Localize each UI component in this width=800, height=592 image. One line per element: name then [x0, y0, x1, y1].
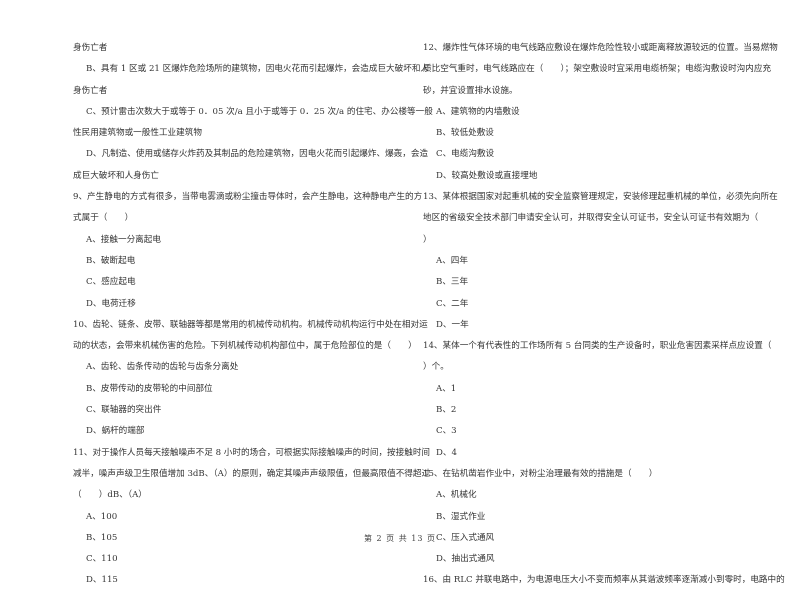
answer-option: D、一年 — [436, 319, 469, 330]
answer-option: B、三年 — [436, 277, 469, 288]
answer-option: C、3 — [436, 426, 457, 437]
question-continuation: 质比空气重时，电气线路应在（ ）；架空敷设时宜采用电缆桥架；电缆沟敷设时沟内应充 — [423, 64, 772, 75]
right-column: 12、爆炸性气体环境的电气线路应敷设在爆炸危险性较小或距离释放源较远的位置。当易… — [423, 38, 785, 592]
question-continuation: 地区的省级安全技术部门申请安全认可，并取得安全认可证书，安全认可证书有效期为（ — [423, 213, 759, 224]
question-continuation: 性民用建筑物或一般性工业建筑物 — [73, 128, 202, 139]
answer-option: B、破断起电 — [86, 255, 136, 266]
answer-option: D、115 — [86, 575, 118, 586]
question-continuation: 式属于（ ） — [73, 213, 134, 224]
question-text: 12、爆炸性气体环境的电气线路应敷设在爆炸危险性较小或距离释放源较远的位置。当易… — [423, 43, 778, 53]
answer-option: D、电荷迁移 — [86, 298, 136, 309]
answer-option: C、电缆沟敷设 — [436, 149, 495, 160]
answer-option: C、110 — [86, 554, 118, 565]
page-footer: 第 2 页 共 13 页 — [364, 534, 436, 543]
answer-option: A、四年 — [436, 255, 468, 266]
question-text: 10、齿轮、链条、皮带、联轴器等都是常用的机械传动机构。机械传动机构运行中处在相… — [73, 319, 428, 330]
answer-option: B、较低处敷设 — [436, 128, 494, 139]
answer-option: C、感应起电 — [86, 277, 136, 288]
answer-option: B、2 — [436, 405, 457, 416]
answer-option: C、联轴器的突出件 — [86, 405, 162, 416]
answer-option: A、机械化 — [436, 490, 477, 501]
answer-option: B、具有 1 区或 21 区爆炸危险场所的建筑物，因电火花而引起爆炸，会造成巨大… — [86, 64, 430, 75]
question-text: 14、某体一个有代表性的工作场所有 5 台同类的生产设备时，职业危害因素采样点应… — [423, 341, 772, 352]
answer-option: A、接触一分离起电 — [86, 234, 161, 245]
answer-option: D、4 — [436, 447, 457, 458]
question-continuation: 身伤亡者 — [73, 43, 108, 53]
answer-option: C、二年 — [436, 298, 469, 309]
question-text: 16、由 RLC 并联电路中，为电源电压大小不变而频率从其谐波频率逐渐减小到零时… — [423, 575, 785, 586]
answer-option: B、湿式作业 — [436, 511, 486, 522]
question-continuation: 动的状态，会带来机械伤害的危险。下列机械传动机构部位中，属于危险部位的是（ ） — [73, 341, 417, 352]
answer-option: C、预计雷击次数大于或等于 0．05 次/a 且小于或等于 0．25 次/a 的… — [86, 106, 433, 117]
question-text: 9、产生静电的方式有很多，当带电雾滴或粉尘撞击导体时，会产生静电，这种静电产生的… — [73, 192, 423, 203]
answer-option: A、1 — [436, 383, 457, 394]
question-continuation: 身伤亡者 — [73, 85, 108, 96]
question-continuation: 砂，并宜设置排水设施。 — [423, 85, 518, 96]
question-text: 15、在钻机凿岩作业中，对粉尘治理最有效的措施是（ ） — [423, 468, 658, 479]
answer-option: D、凡制造、使用或储存火炸药及其制品的危险建筑物，因电火花而引起爆炸、爆轰，会造 — [86, 149, 429, 160]
answer-option: D、抽出式通风 — [436, 554, 495, 565]
question-continuation: 成巨大破坏和人身伤亡 — [73, 170, 159, 181]
answer-option: D、蜗杆的端部 — [86, 426, 145, 437]
answer-option: A、建筑物的内墙敷设 — [436, 106, 520, 117]
answer-option: A、100 — [86, 511, 118, 522]
question-text: 11、对于操作人员每天接触噪声不足 8 小时的场合，可根据实际接触噪声的时间，按… — [73, 447, 431, 458]
question-continuation: ） — [423, 234, 432, 245]
answer-option: A、齿轮、齿条传动的齿轮与齿条分离处 — [86, 362, 239, 373]
answer-option: D、较高处敷设或直接埋地 — [436, 170, 538, 181]
question-continuation: ）个。 — [423, 362, 449, 373]
question-text: 13、某体根据国家对起重机械的安全监察管理规定，安装修理起重机械的单位，必须先向… — [423, 192, 778, 203]
answer-option: B、皮带传动的皮带轮的中间部位 — [86, 383, 213, 394]
question-continuation: （ ）dB、（A） — [73, 490, 147, 501]
question-continuation: 减半，噪声声级卫生限值增加 3dB、（A）的原则，确定其噪声声级限值，但最高限值… — [73, 468, 431, 479]
left-column: 身伤亡者 B、具有 1 区或 21 区爆炸危险场所的建筑物，因电火花而引起爆炸，会… — [73, 38, 433, 592]
